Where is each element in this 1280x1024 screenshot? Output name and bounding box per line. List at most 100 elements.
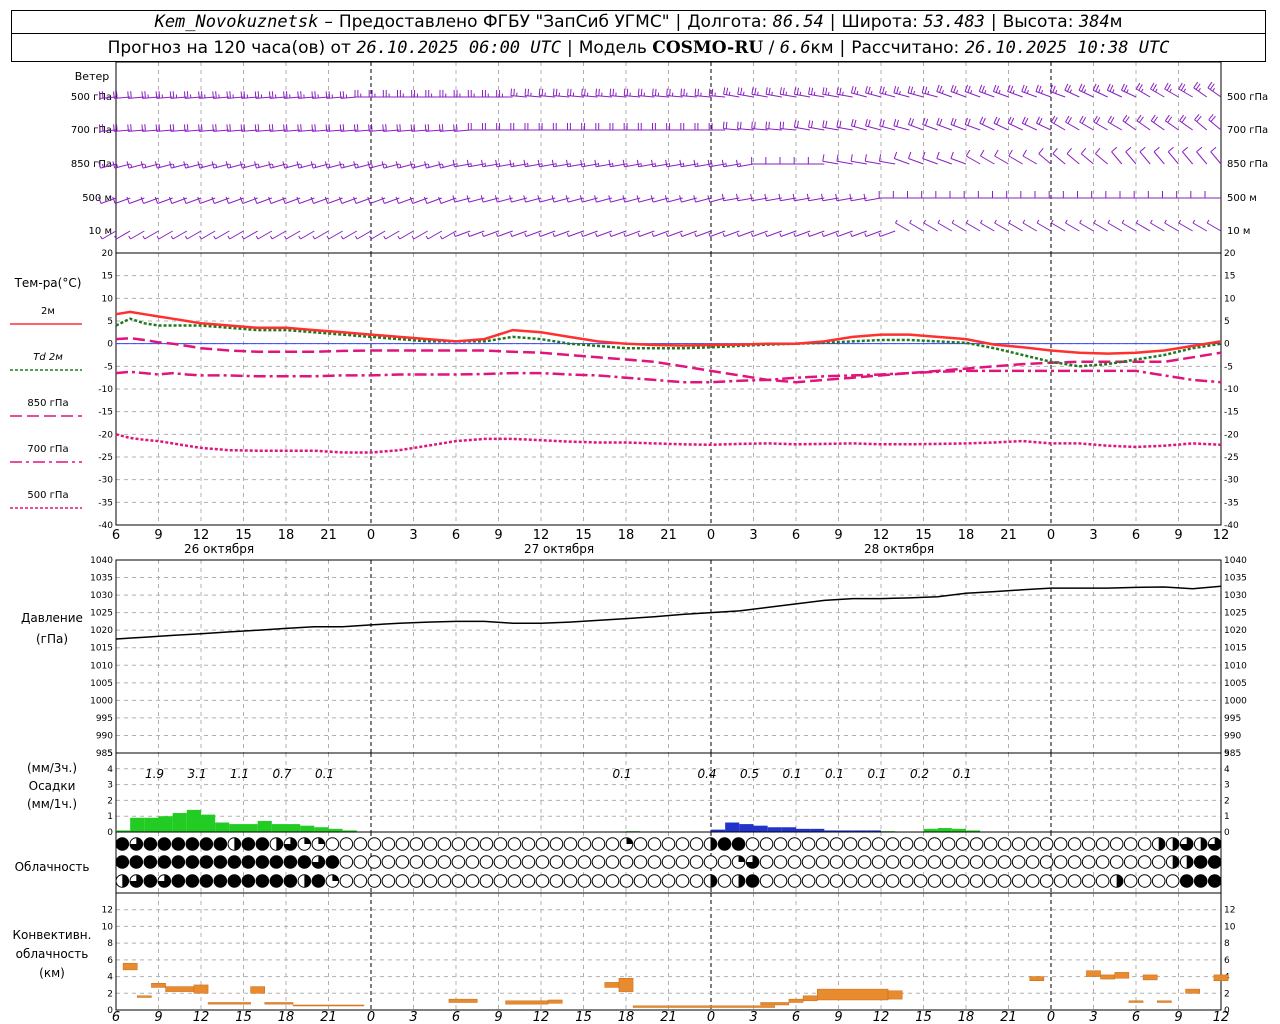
cloud-symbol-circle: [969, 874, 984, 888]
cloud-symbol-circle: [801, 837, 816, 851]
precip-bar: [172, 813, 187, 832]
wind-barb-feather: [300, 163, 303, 168]
cloud-symbol-circle: [605, 874, 620, 888]
cloud-symbol: [115, 837, 130, 851]
wind-barb-feather: [1052, 148, 1058, 155]
wind-barb-feather: [438, 124, 441, 132]
cloud-symbol-circle: [1011, 837, 1026, 851]
wind-barb-feather: [1111, 146, 1118, 153]
cloud-symbol-circle: [633, 855, 648, 869]
wind-barb-feather: [980, 219, 983, 224]
wind-barb-feather: [1024, 117, 1029, 125]
wind-barb-feather: [1183, 88, 1186, 93]
wind-level-label-right: 700 гПа: [1227, 125, 1268, 136]
wind-barb-feather: [1038, 85, 1042, 93]
cloud-symbol: [633, 837, 648, 851]
wind-barb-feather: [385, 124, 387, 132]
wind-barb: [1194, 114, 1208, 131]
wind-barb-feather: [821, 233, 824, 237]
wind-barb-feather: [750, 193, 753, 201]
cloud-symbol: [857, 855, 872, 869]
wind-barb-feather: [1066, 84, 1071, 92]
wind-barb-feather: [158, 163, 161, 168]
cloud-symbol: [507, 837, 522, 851]
y-tick-label-left: 990: [96, 731, 113, 741]
wind-barb-feather: [284, 235, 287, 240]
wind-barb-feather: [867, 119, 871, 127]
cloud-symbol: [409, 855, 424, 869]
cloud-symbol: [675, 837, 690, 851]
wind-barb-feather: [296, 196, 300, 204]
wind-barb-feather: [580, 159, 583, 167]
precip-panel-title: Осадки: [29, 779, 76, 793]
pressure-panel-title: Давление: [21, 611, 83, 625]
wind-barb-feather: [113, 91, 115, 99]
wind-barb-feather: [1140, 88, 1144, 93]
y-tick-label-right: -15: [1224, 408, 1239, 418]
wind-barb-feather: [243, 124, 246, 132]
hour-tick-label: 3: [409, 1010, 417, 1024]
wind-barb: [1066, 148, 1080, 165]
wind-barb-feather: [524, 88, 527, 96]
wind-barb: [1136, 114, 1151, 131]
wind-barb-feather: [116, 163, 118, 168]
wind-barb: [865, 118, 882, 131]
wind-barb-feather: [1193, 81, 1199, 89]
wind-barb: [935, 191, 952, 199]
cloud-symbol-circle: [339, 837, 354, 851]
cloud-symbol: [661, 855, 676, 869]
convective-cloud-bar: [321, 1004, 365, 1007]
hour-tick-label: 18: [278, 1010, 295, 1024]
temp-panel-title: Тем-ра(°C): [14, 276, 82, 290]
cloud-symbol: [745, 874, 760, 888]
cloud-panel-title: Облачность: [15, 860, 90, 874]
precip-unit-3h: (мм/3ч.): [27, 761, 77, 775]
wind-barb-feather: [1065, 115, 1070, 123]
wind-barb-feather: [156, 235, 160, 240]
cloud-symbol: [899, 855, 914, 869]
precip-bar: [937, 828, 952, 832]
cloud-symbol: [115, 855, 130, 869]
wind-barb-feather: [169, 91, 172, 99]
hour-tick-label: 15: [915, 528, 932, 543]
wind-barb-shaft: [1080, 153, 1094, 165]
hour-tick-label: 9: [494, 528, 502, 543]
wind-barb-feather: [751, 87, 754, 95]
wind-barb-feather: [864, 154, 867, 162]
cloud-symbol-circle: [381, 855, 396, 869]
hour-tick-label: 18: [278, 528, 295, 543]
cloud-symbol-circle: [353, 855, 368, 869]
precip-bar: [243, 824, 258, 832]
cloud-symbol-circle: [633, 837, 648, 851]
cloud-symbol: [913, 855, 928, 869]
wind-barb-feather: [793, 87, 797, 95]
wind-barb: [980, 149, 995, 165]
precip-3h-total: 0.1: [867, 767, 886, 781]
cloud-symbol: [899, 837, 914, 851]
precip-bar: [215, 822, 230, 832]
cloud-symbol-circle: [437, 855, 452, 869]
wind-barb: [779, 121, 797, 131]
cloud-symbol-circle: [493, 855, 508, 869]
cloud-symbol-circle: [283, 874, 298, 888]
cloud-symbol-circle: [647, 837, 662, 851]
wind-barb-feather: [409, 196, 414, 204]
wind-barb: [793, 87, 811, 98]
wind-barb: [1208, 114, 1222, 131]
cloud-symbol: [493, 837, 508, 851]
wind-barb-feather: [984, 90, 987, 94]
cloud-symbol-circle: [535, 874, 550, 888]
y-tick-label-right: 1005: [1224, 679, 1247, 689]
wind-barb-shaft: [1136, 120, 1151, 131]
wind-barb-feather: [257, 163, 260, 168]
wind-barb-feather: [183, 196, 187, 204]
wind-barb-shaft: [993, 91, 1009, 98]
precip-3h-total: 0.5: [740, 767, 759, 781]
cloud-symbol-fill: [276, 837, 283, 851]
wind-barb: [964, 84, 981, 98]
wind-barb-feather: [951, 219, 955, 224]
cloud-symbol: [997, 874, 1012, 888]
wind-barb: [595, 230, 613, 237]
wind-level-label-left: 500 м: [82, 193, 112, 204]
cloud-symbol-circle: [269, 874, 284, 888]
